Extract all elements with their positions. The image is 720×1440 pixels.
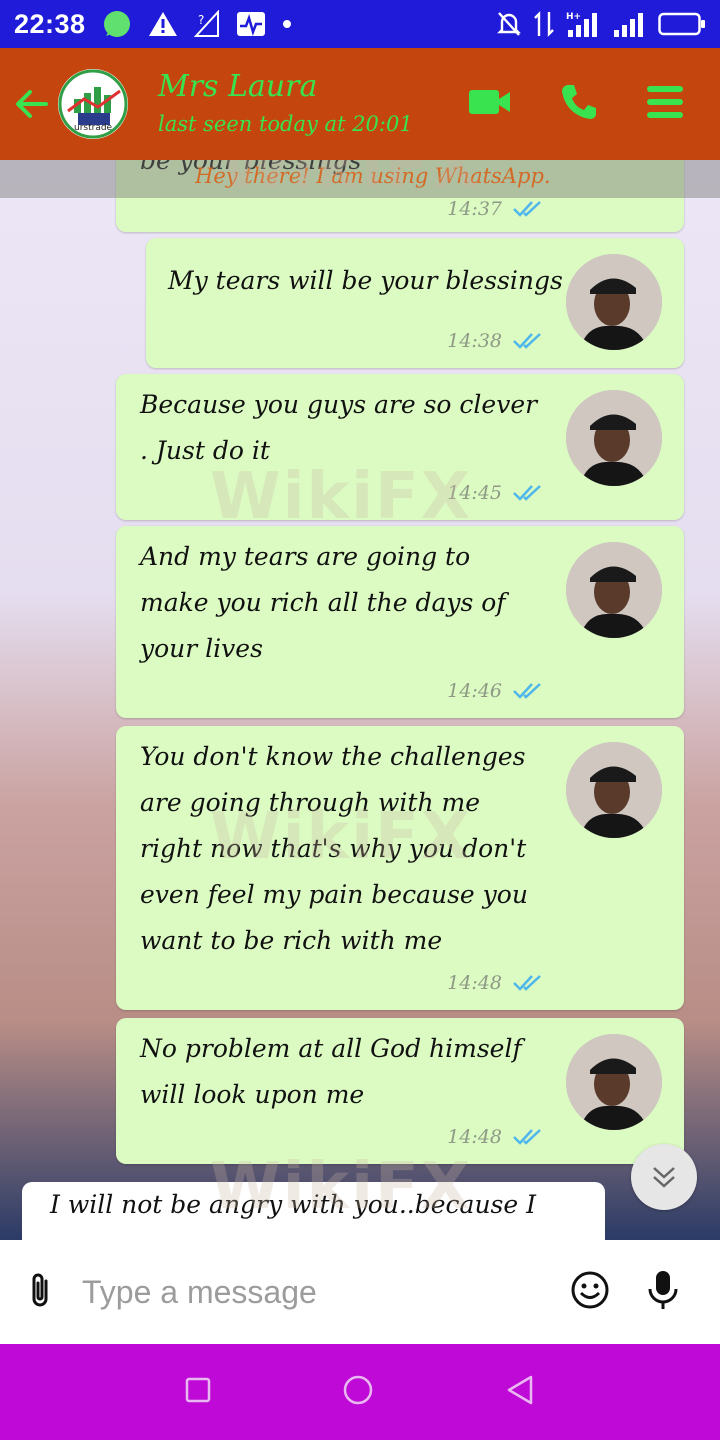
message-bubble[interactable]: No problem at all God himself will look … [116,1018,684,1164]
voice-record-button[interactable] [646,1269,680,1315]
message-bubble[interactable]: And my tears are going to make you rich … [116,526,684,718]
double-check-icon [513,201,541,217]
message-text: No problem at all God himself will look … [140,1034,522,1109]
last-seen: last seen today at 20:01 [158,112,413,136]
message-time: 14:37 [447,198,502,220]
person-photo-icon [566,1034,662,1130]
message-input-bar [0,1240,720,1344]
sender-avatar [566,742,662,838]
sender-avatar [566,1034,662,1130]
message-time: 14:38 [447,330,502,352]
message-text: And my tears are going to make you rich … [140,542,506,663]
svg-text:H+: H+ [566,12,581,22]
data-transfer-icon [534,10,554,38]
home-button[interactable] [342,1374,374,1410]
scroll-to-bottom-button[interactable] [631,1144,697,1210]
message-bubble[interactable]: You don't know the challenges are going … [116,726,684,1010]
incoming-message-bubble[interactable]: I will not be angry with you..because I [22,1182,605,1240]
notification-dot-icon [282,19,292,29]
signal-strength-2-icon [612,10,646,38]
attach-button[interactable] [26,1271,56,1313]
sender-avatar [566,542,662,638]
paperclip-icon [32,1273,48,1307]
signal-question-icon: ? [193,10,220,38]
hamburger-menu-icon [647,86,683,118]
contact-info[interactable]: Mrs Laura last seen today at 20:01 [158,67,413,141]
warning-icon [148,10,178,38]
whatsapp-notification-icon [102,9,132,39]
incoming-message-text: I will not be angry with you..because I [50,1190,536,1219]
emoji-button[interactable] [570,1270,610,1314]
circle-icon [343,1375,373,1405]
message-time: 14:48 [447,972,502,994]
logo-text: urstrade [74,123,113,133]
message-time: 14:46 [447,680,502,702]
double-check-icon [513,1129,541,1145]
message-text: You don't know the challenges are going … [140,742,528,955]
contact-status-text: Hey there! I am using WhatsApp. [195,164,551,188]
person-photo-icon [566,254,662,350]
mute-icon [496,10,522,38]
contact-name: Mrs Laura [158,69,318,104]
sender-avatar [566,254,662,350]
battery-icon [658,11,706,37]
message-input[interactable] [82,1273,522,1311]
message-time: 14:45 [447,482,502,504]
message-bubble[interactable]: Because you guys are so clever . Just do… [116,374,684,520]
message-text: My tears will be your blessings [168,266,563,295]
double-check-icon [513,485,541,501]
double-check-icon [513,683,541,699]
activity-app-icon [236,10,266,38]
contact-status-strip: Hey there! I am using WhatsApp. [0,160,720,198]
video-camera-icon [469,90,510,114]
microphone-icon [648,1271,678,1309]
menu-button[interactable] [646,84,684,124]
arrow-left-icon [16,90,48,118]
sender-avatar [566,390,662,486]
system-navigation-bar [0,1344,720,1440]
phone-icon [562,85,596,119]
signal-strength-icon: H+ [566,10,600,38]
back-button[interactable] [14,86,54,122]
double-check-icon [513,975,541,991]
voice-call-button[interactable] [560,83,598,125]
smiley-icon [571,1271,609,1309]
chat-area[interactable]: be your blessings 14:37 Hey there! I am … [0,160,720,1240]
recents-button[interactable] [185,1377,211,1407]
message-bubble[interactable]: My tears will be your blessings 14:38 [146,238,684,368]
back-nav-button[interactable] [505,1374,535,1410]
person-photo-icon [566,390,662,486]
chat-header: urstrade Mrs Laura last seen today at 20… [0,48,720,160]
contact-avatar[interactable]: urstrade [58,69,128,139]
video-call-button[interactable] [468,86,512,122]
svg-text:?: ? [198,13,204,27]
double-chevron-down-icon [653,1167,675,1188]
triangle-back-icon [507,1375,532,1405]
double-check-icon [513,333,541,349]
square-icon [186,1377,211,1403]
status-bar: 22:38 ? H+ [0,0,720,48]
message-time: 14:48 [447,1126,502,1148]
person-photo-icon [566,742,662,838]
message-text: Because you guys are so clever . Just do… [140,390,538,465]
clock: 22:38 [14,8,86,39]
person-photo-icon [566,542,662,638]
